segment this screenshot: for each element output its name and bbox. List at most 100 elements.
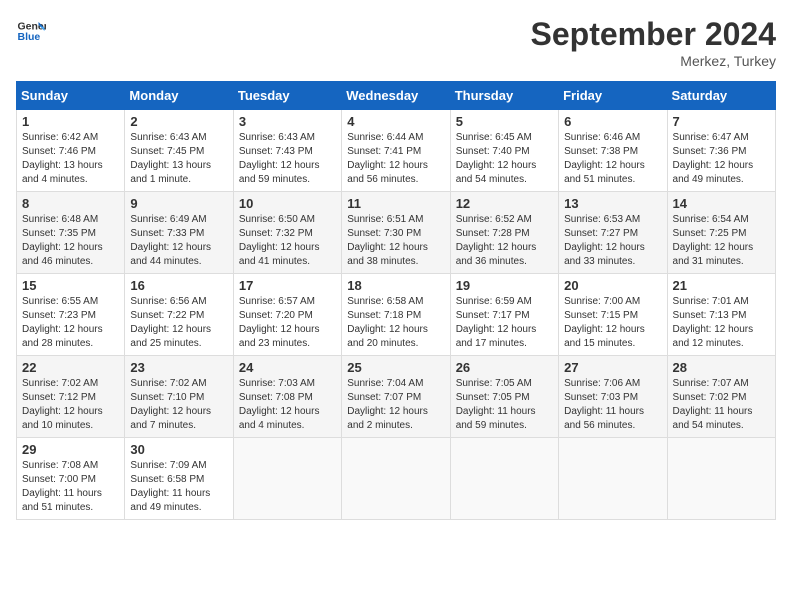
day-info: Sunrise: 6:52 AM Sunset: 7:28 PM Dayligh… <box>456 213 553 269</box>
day-cell-17: 17 Sunrise: 6:57 AM Sunset: 7:20 PM Dayli… <box>233 274 341 356</box>
day-info: Sunrise: 6:48 AM Sunset: 7:35 PM Dayligh… <box>22 213 119 269</box>
empty-cell <box>342 438 450 520</box>
day-info: Sunrise: 6:53 AM Sunset: 7:27 PM Dayligh… <box>564 213 661 269</box>
day-info: Sunrise: 6:51 AM Sunset: 7:30 PM Dayligh… <box>347 213 444 269</box>
day-cell-11: 11 Sunrise: 6:51 AM Sunset: 7:30 PM Dayli… <box>342 192 450 274</box>
weekday-header-friday: Friday <box>559 82 667 110</box>
day-info: Sunrise: 7:02 AM Sunset: 7:12 PM Dayligh… <box>22 377 119 433</box>
day-cell-3: 3 Sunrise: 6:43 AM Sunset: 7:43 PM Daylig… <box>233 110 341 192</box>
weekday-header-wednesday: Wednesday <box>342 82 450 110</box>
day-info: Sunrise: 6:43 AM Sunset: 7:45 PM Dayligh… <box>130 131 227 187</box>
day-number: 2 <box>130 114 227 129</box>
day-cell-6: 6 Sunrise: 6:46 AM Sunset: 7:38 PM Daylig… <box>559 110 667 192</box>
day-number: 21 <box>673 278 770 293</box>
day-cell-13: 13 Sunrise: 6:53 AM Sunset: 7:27 PM Dayli… <box>559 192 667 274</box>
day-number: 3 <box>239 114 336 129</box>
day-number: 16 <box>130 278 227 293</box>
day-cell-29: 29 Sunrise: 7:08 AM Sunset: 7:00 PM Dayli… <box>17 438 125 520</box>
day-cell-20: 20 Sunrise: 7:00 AM Sunset: 7:15 PM Dayli… <box>559 274 667 356</box>
day-info: Sunrise: 6:58 AM Sunset: 7:18 PM Dayligh… <box>347 295 444 351</box>
page-header: General Blue September 2024 Merkez, Turk… <box>16 16 776 69</box>
day-info: Sunrise: 7:02 AM Sunset: 7:10 PM Dayligh… <box>130 377 227 433</box>
empty-cell <box>667 438 775 520</box>
day-cell-15: 15 Sunrise: 6:55 AM Sunset: 7:23 PM Dayli… <box>17 274 125 356</box>
day-cell-16: 16 Sunrise: 6:56 AM Sunset: 7:22 PM Dayli… <box>125 274 233 356</box>
day-info: Sunrise: 7:06 AM Sunset: 7:03 PM Dayligh… <box>564 377 661 433</box>
day-number: 20 <box>564 278 661 293</box>
day-info: Sunrise: 7:00 AM Sunset: 7:15 PM Dayligh… <box>564 295 661 351</box>
day-number: 10 <box>239 196 336 211</box>
day-number: 26 <box>456 360 553 375</box>
weekday-header-monday: Monday <box>125 82 233 110</box>
empty-cell <box>559 438 667 520</box>
day-info: Sunrise: 6:47 AM Sunset: 7:36 PM Dayligh… <box>673 131 770 187</box>
week-row-2: 8 Sunrise: 6:48 AM Sunset: 7:35 PM Daylig… <box>17 192 776 274</box>
week-row-3: 15 Sunrise: 6:55 AM Sunset: 7:23 PM Dayli… <box>17 274 776 356</box>
day-number: 11 <box>347 196 444 211</box>
day-cell-27: 27 Sunrise: 7:06 AM Sunset: 7:03 PM Dayli… <box>559 356 667 438</box>
day-cell-1: 1 Sunrise: 6:42 AM Sunset: 7:46 PM Daylig… <box>17 110 125 192</box>
day-cell-30: 30 Sunrise: 7:09 AM Sunset: 6:58 PM Dayli… <box>125 438 233 520</box>
week-row-4: 22Sunrise: 7:02 AM Sunset: 7:12 PM Dayli… <box>17 356 776 438</box>
day-cell-5: 5Sunrise: 6:45 AM Sunset: 7:40 PM Daylig… <box>450 110 558 192</box>
day-info: Sunrise: 6:43 AM Sunset: 7:43 PM Dayligh… <box>239 131 336 187</box>
day-info: Sunrise: 6:57 AM Sunset: 7:20 PM Dayligh… <box>239 295 336 351</box>
day-number: 1 <box>22 114 119 129</box>
day-info: Sunrise: 6:56 AM Sunset: 7:22 PM Dayligh… <box>130 295 227 351</box>
weekday-header-sunday: Sunday <box>17 82 125 110</box>
day-cell-24: 24 Sunrise: 7:03 AM Sunset: 7:08 PM Dayli… <box>233 356 341 438</box>
day-cell-18: 18 Sunrise: 6:58 AM Sunset: 7:18 PM Dayli… <box>342 274 450 356</box>
day-number: 6 <box>564 114 661 129</box>
day-number: 8 <box>22 196 119 211</box>
day-cell-28: 28Sunrise: 7:07 AM Sunset: 7:02 PM Dayli… <box>667 356 775 438</box>
day-number: 27 <box>564 360 661 375</box>
day-number: 4 <box>347 114 444 129</box>
day-number: 28 <box>673 360 770 375</box>
day-info: Sunrise: 7:08 AM Sunset: 7:00 PM Dayligh… <box>22 459 119 515</box>
day-cell-10: 10 Sunrise: 6:50 AM Sunset: 7:32 PM Dayli… <box>233 192 341 274</box>
day-number: 9 <box>130 196 227 211</box>
svg-text:Blue: Blue <box>18 31 41 43</box>
day-info: Sunrise: 6:42 AM Sunset: 7:46 PM Dayligh… <box>22 131 119 187</box>
day-number: 15 <box>22 278 119 293</box>
day-number: 13 <box>564 196 661 211</box>
empty-cell <box>450 438 558 520</box>
day-info: Sunrise: 6:54 AM Sunset: 7:25 PM Dayligh… <box>673 213 770 269</box>
day-info: Sunrise: 6:46 AM Sunset: 7:38 PM Dayligh… <box>564 131 661 187</box>
month-title: September 2024 <box>531 16 776 53</box>
day-number: 29 <box>22 442 119 457</box>
day-cell-9: 9 Sunrise: 6:49 AM Sunset: 7:33 PM Daylig… <box>125 192 233 274</box>
day-info: Sunrise: 7:03 AM Sunset: 7:08 PM Dayligh… <box>239 377 336 433</box>
day-number: 7 <box>673 114 770 129</box>
day-info: Sunrise: 6:44 AM Sunset: 7:41 PM Dayligh… <box>347 131 444 187</box>
day-number: 24 <box>239 360 336 375</box>
day-info: Sunrise: 6:50 AM Sunset: 7:32 PM Dayligh… <box>239 213 336 269</box>
day-number: 30 <box>130 442 227 457</box>
day-number: 17 <box>239 278 336 293</box>
calendar-table: SundayMondayTuesdayWednesdayThursdayFrid… <box>16 81 776 520</box>
day-info: Sunrise: 7:04 AM Sunset: 7:07 PM Dayligh… <box>347 377 444 433</box>
day-info: Sunrise: 6:55 AM Sunset: 7:23 PM Dayligh… <box>22 295 119 351</box>
day-number: 14 <box>673 196 770 211</box>
logo: General Blue <box>16 16 46 46</box>
day-cell-8: 8 Sunrise: 6:48 AM Sunset: 7:35 PM Daylig… <box>17 192 125 274</box>
weekday-header-tuesday: Tuesday <box>233 82 341 110</box>
day-info: Sunrise: 6:49 AM Sunset: 7:33 PM Dayligh… <box>130 213 227 269</box>
week-row-5: 29 Sunrise: 7:08 AM Sunset: 7:00 PM Dayli… <box>17 438 776 520</box>
day-cell-7: 7 Sunrise: 6:47 AM Sunset: 7:36 PM Daylig… <box>667 110 775 192</box>
day-cell-23: 23Sunrise: 7:02 AM Sunset: 7:10 PM Dayli… <box>125 356 233 438</box>
logo-icon: General Blue <box>16 16 46 46</box>
title-block: September 2024 Merkez, Turkey <box>531 16 776 69</box>
day-number: 25 <box>347 360 444 375</box>
day-info: Sunrise: 7:05 AM Sunset: 7:05 PM Dayligh… <box>456 377 553 433</box>
empty-cell <box>233 438 341 520</box>
day-cell-12: 12 Sunrise: 6:52 AM Sunset: 7:28 PM Dayli… <box>450 192 558 274</box>
day-info: Sunrise: 6:59 AM Sunset: 7:17 PM Dayligh… <box>456 295 553 351</box>
day-cell-22: 22Sunrise: 7:02 AM Sunset: 7:12 PM Dayli… <box>17 356 125 438</box>
location: Merkez, Turkey <box>531 53 776 69</box>
day-info: Sunrise: 6:45 AM Sunset: 7:40 PM Dayligh… <box>456 131 553 187</box>
day-number: 18 <box>347 278 444 293</box>
day-number: 12 <box>456 196 553 211</box>
day-cell-2: 2 Sunrise: 6:43 AM Sunset: 7:45 PM Daylig… <box>125 110 233 192</box>
day-info: Sunrise: 7:09 AM Sunset: 6:58 PM Dayligh… <box>130 459 227 515</box>
